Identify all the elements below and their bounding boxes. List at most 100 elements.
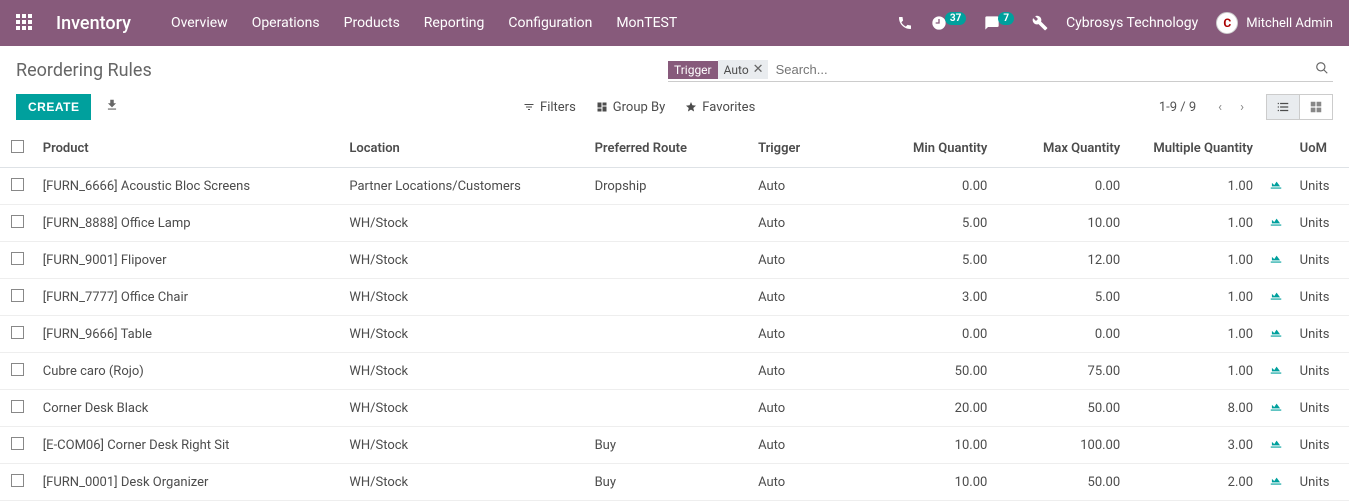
col-product[interactable]: Product [35,130,342,168]
forecast-icon[interactable] [1269,402,1283,417]
cell-uom[interactable]: Units [1292,242,1349,279]
forecast-icon[interactable] [1269,328,1283,343]
row-checkbox[interactable] [11,326,24,339]
cell-mult[interactable]: 1.00 [1128,242,1261,279]
cell-route[interactable] [587,353,751,390]
cell-product[interactable]: [FURN_8888] Office Lamp [35,205,342,242]
forecast-icon[interactable] [1269,291,1283,306]
cell-min[interactable]: 5.00 [862,205,995,242]
forecast-icon[interactable] [1269,476,1283,491]
select-all-checkbox[interactable] [11,140,24,153]
col-route[interactable]: Preferred Route [587,130,751,168]
row-checkbox[interactable] [11,215,24,228]
cell-min[interactable]: 10.00 [862,464,995,501]
forecast-icon[interactable] [1269,180,1283,195]
search-input[interactable] [768,58,1311,81]
messages-icon[interactable]: 7 [984,15,1014,31]
cell-min[interactable]: 50.00 [862,353,995,390]
cell-mult[interactable]: 1.00 [1128,353,1261,390]
search-icon[interactable] [1311,61,1333,79]
nav-configuration[interactable]: Configuration [508,15,592,31]
col-location[interactable]: Location [341,130,586,168]
cell-trigger[interactable]: Auto [750,427,862,464]
nav-reporting[interactable]: Reporting [424,15,485,31]
activities-icon[interactable]: 37 [931,15,966,31]
row-checkbox[interactable] [11,474,24,487]
cell-mult[interactable]: 1.00 [1128,316,1261,353]
cell-location[interactable]: WH/Stock [341,279,586,316]
groupby-button[interactable]: Group By [596,100,666,115]
col-max[interactable]: Max Quantity [995,130,1128,168]
nav-overview[interactable]: Overview [171,15,228,31]
cell-route[interactable] [587,316,751,353]
cell-max[interactable]: 50.00 [995,390,1128,427]
cell-location[interactable]: WH/Stock [341,464,586,501]
cell-trigger[interactable]: Auto [750,353,862,390]
cell-max[interactable]: 0.00 [995,316,1128,353]
facet-remove-icon[interactable]: ✕ [753,62,764,77]
table-row[interactable]: [FURN_6666] Acoustic Bloc Screens Partne… [0,168,1349,205]
cell-min[interactable]: 10.00 [862,427,995,464]
cell-min[interactable]: 5.00 [862,242,995,279]
cell-location[interactable]: Partner Locations/Customers [341,168,586,205]
cell-product[interactable]: [FURN_7777] Office Chair [35,279,342,316]
table-row[interactable]: [FURN_9001] Flipover WH/Stock Auto 5.00 … [0,242,1349,279]
list-view-button[interactable] [1266,94,1299,120]
cell-uom[interactable]: Units [1292,205,1349,242]
cell-route[interactable]: Buy [587,464,751,501]
pager-next[interactable]: › [1232,96,1252,119]
cell-route[interactable] [587,205,751,242]
cell-product[interactable]: [FURN_9666] Table [35,316,342,353]
apps-icon[interactable] [16,14,34,32]
cell-min[interactable]: 0.00 [862,168,995,205]
nav-operations[interactable]: Operations [252,15,320,31]
cell-location[interactable]: WH/Stock [341,205,586,242]
cell-mult[interactable]: 1.00 [1128,205,1261,242]
app-title[interactable]: Inventory [56,13,131,34]
pager[interactable]: 1-9 / 9 [1159,100,1196,115]
table-row[interactable]: [FURN_9666] Table WH/Stock Auto 0.00 0.0… [0,316,1349,353]
cell-mult[interactable]: 2.00 [1128,464,1261,501]
cell-max[interactable]: 100.00 [995,427,1128,464]
cell-min[interactable]: 20.00 [862,390,995,427]
cell-uom[interactable]: Units [1292,464,1349,501]
cell-mult[interactable]: 3.00 [1128,427,1261,464]
cell-product[interactable]: [FURN_6666] Acoustic Bloc Screens [35,168,342,205]
favorites-button[interactable]: Favorites [685,100,755,115]
phone-icon[interactable] [897,15,913,31]
cell-mult[interactable]: 1.00 [1128,279,1261,316]
import-button[interactable] [105,98,119,116]
nav-products[interactable]: Products [344,15,400,31]
cell-product[interactable]: Cubre caro (Rojo) [35,353,342,390]
cell-max[interactable]: 10.00 [995,205,1128,242]
cell-trigger[interactable]: Auto [750,168,862,205]
user-menu[interactable]: C Mitchell Admin [1216,12,1333,34]
cell-location[interactable]: WH/Stock [341,353,586,390]
company-name[interactable]: Cybrosys Technology [1066,15,1198,31]
cell-max[interactable]: 50.00 [995,464,1128,501]
forecast-icon[interactable] [1269,217,1283,232]
cell-uom[interactable]: Units [1292,316,1349,353]
cell-mult[interactable]: 8.00 [1128,390,1261,427]
table-row[interactable]: [FURN_0001] Desk Organizer WH/Stock Buy … [0,464,1349,501]
cell-mult[interactable]: 1.00 [1128,168,1261,205]
table-row[interactable]: Cubre caro (Rojo) WH/Stock Auto 50.00 75… [0,353,1349,390]
cell-max[interactable]: 12.00 [995,242,1128,279]
cell-uom[interactable]: Units [1292,353,1349,390]
cell-location[interactable]: WH/Stock [341,316,586,353]
cell-trigger[interactable]: Auto [750,390,862,427]
forecast-icon[interactable] [1269,254,1283,269]
table-row[interactable]: [E-COM06] Corner Desk Right Sit WH/Stock… [0,427,1349,464]
table-row[interactable]: [FURN_8888] Office Lamp WH/Stock Auto 5.… [0,205,1349,242]
create-button[interactable]: CREATE [16,94,91,120]
cell-trigger[interactable]: Auto [750,279,862,316]
col-min[interactable]: Min Quantity [862,130,995,168]
cell-route[interactable]: Dropship [587,168,751,205]
table-row[interactable]: [FURN_7777] Office Chair WH/Stock Auto 3… [0,279,1349,316]
debug-icon[interactable] [1032,15,1048,31]
row-checkbox[interactable] [11,437,24,450]
col-trigger[interactable]: Trigger [750,130,862,168]
cell-min[interactable]: 0.00 [862,316,995,353]
cell-product[interactable]: [FURN_9001] Flipover [35,242,342,279]
search-bar[interactable]: Trigger Auto ✕ [668,58,1333,82]
